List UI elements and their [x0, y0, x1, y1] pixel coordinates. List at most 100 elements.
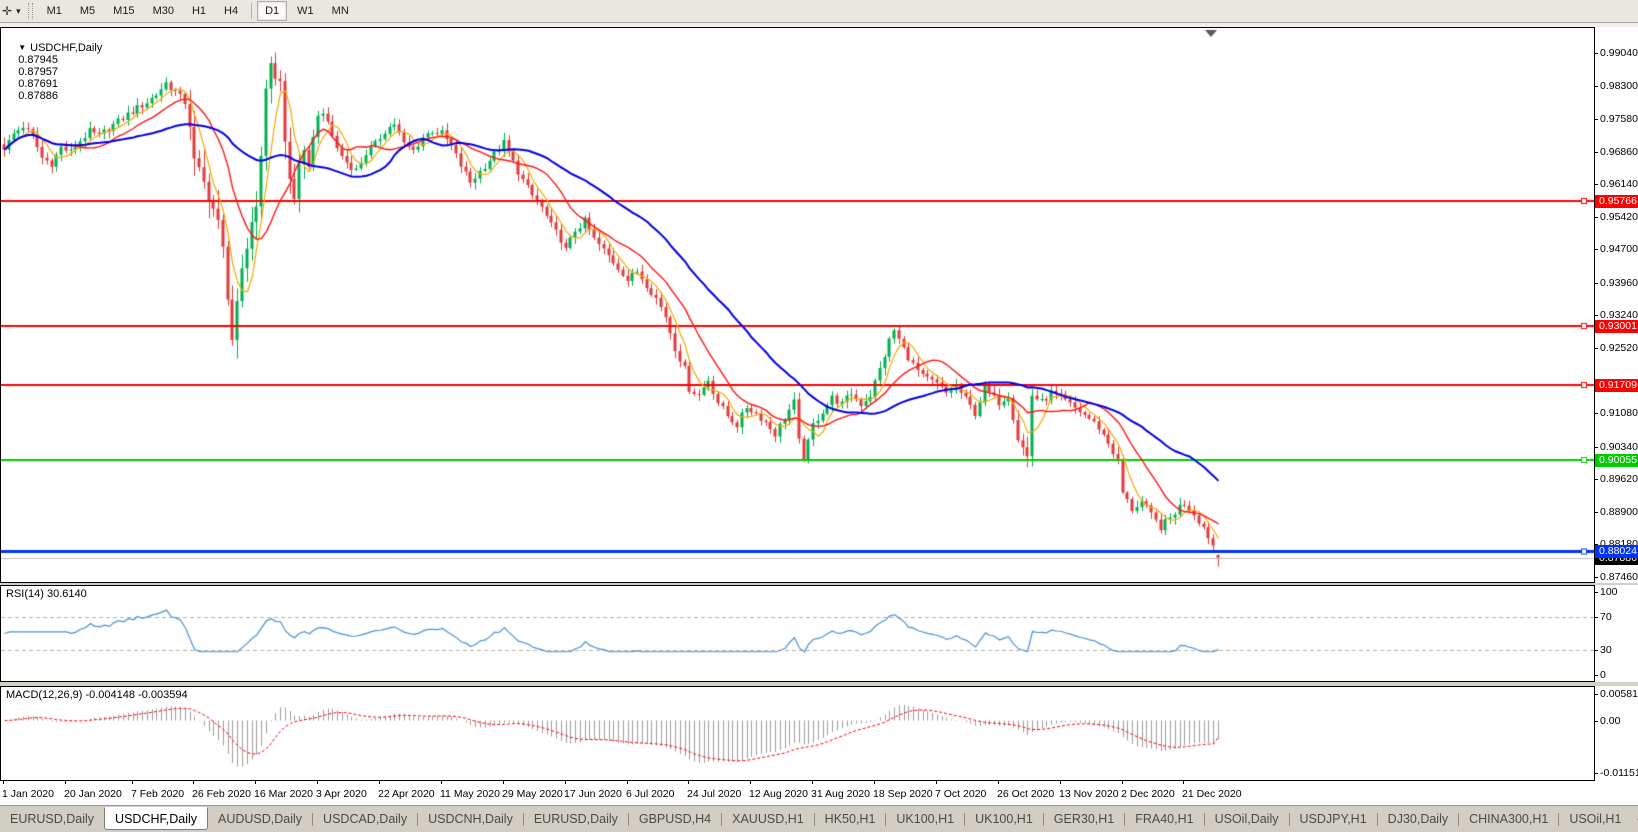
date-tick-label: 7 Oct 2020	[935, 788, 987, 800]
tab-usdcnh-daily[interactable]: USDCNH,Daily	[418, 809, 523, 829]
tab-fra40-h1[interactable]: FRA40,H1	[1125, 809, 1203, 829]
tab-china300-h1[interactable]: CHINA300,H1	[1459, 809, 1558, 829]
macd-axis: 0.005818 0.00 -0.011514	[1595, 686, 1638, 781]
price-chart-panel: ▼ USDCHF,Daily 0.87945 0.87957 0.87691 0.…	[0, 27, 1595, 583]
axis-tick-label: 70	[1600, 611, 1612, 623]
tab-usdcad-daily[interactable]: USDCAD,Daily	[313, 809, 417, 829]
chart-menu-icon[interactable]: ▼	[18, 43, 26, 52]
ohlc-open: 0.87945	[18, 54, 58, 66]
timeframe-button-w1[interactable]: W1	[289, 1, 322, 21]
axis-tick-label: 0.005818	[1600, 688, 1638, 700]
axis-tick-mark	[1595, 447, 1598, 448]
date-tick-label: 6 Jul 2020	[626, 788, 675, 800]
axis-tick-label: 0.90340	[1600, 441, 1638, 453]
axis-tick-mark	[1595, 249, 1598, 250]
price-axis: 0.99040 0.98300 0.97580 0.96860 0.96140 0.954…	[1595, 27, 1638, 583]
timeframe-button-h4[interactable]: H4	[216, 1, 246, 21]
tab-usdchf-daily[interactable]: USDCHF,Daily	[104, 806, 208, 830]
tab-uk100-h1[interactable]: UK100,H1	[886, 809, 964, 829]
date-tick-label: 20 Jan 2020	[64, 788, 122, 800]
date-tick-label: 13 Nov 2020	[1059, 788, 1119, 800]
date-tick-mark	[1060, 781, 1061, 784]
axis-tick-label: 0.92520	[1600, 342, 1638, 354]
tab-hk50-h1[interactable]: HK50,H1	[815, 809, 886, 829]
toolbar-grip	[27, 3, 33, 19]
date-tick-mark	[3, 781, 4, 784]
tab-usdjpy-h1[interactable]: USDJPY,H1	[1290, 809, 1377, 829]
tab-dj30-daily[interactable]: DJ30,Daily	[1378, 809, 1458, 829]
tab-usoil-h1[interactable]: USOil,H1	[1559, 809, 1631, 829]
tab-ger30-h1[interactable]: GER30,H1	[1044, 809, 1124, 829]
date-tick-label: 18 Sep 2020	[873, 788, 933, 800]
date-tick-label: 2 Dec 2020	[1121, 788, 1175, 800]
rsi-canvas[interactable]	[1, 586, 1594, 681]
date-tick-mark	[874, 781, 875, 784]
chart-tool-dropdown[interactable]: ✛ ▾	[0, 1, 25, 21]
date-tick-label: 29 May 2020	[502, 788, 563, 800]
tab-usoil-daily[interactable]: USOil,Daily	[1205, 809, 1289, 829]
axis-tick-label: 0.00	[1600, 715, 1621, 727]
macd-canvas[interactable]	[1, 687, 1594, 780]
tab-uk100-h1[interactable]: UK100,H1	[965, 809, 1043, 829]
axis-tick-mark	[1595, 413, 1598, 414]
axis-tick-mark	[1595, 184, 1598, 185]
axis-tick-mark	[1595, 86, 1598, 87]
tab-xauusd-h1[interactable]: XAUUSD,H1	[722, 809, 814, 829]
rsi-label: RSI(14) 30.6140	[6, 588, 87, 600]
date-tick-label: 21 Dec 2020	[1182, 788, 1242, 800]
date-tick-label: 31 Aug 2020	[811, 788, 870, 800]
date-tick-label: 26 Oct 2020	[997, 788, 1055, 800]
date-tick-label: 16 Mar 2020	[254, 788, 313, 800]
date-tick-label: 7 Feb 2020	[131, 788, 185, 800]
timeframe-button-mn[interactable]: MN	[324, 1, 357, 21]
axis-tick-label: 0	[1600, 669, 1606, 681]
dropdown-caret-icon: ▾	[16, 5, 21, 16]
date-tick-mark	[65, 781, 66, 784]
date-tick-mark	[255, 781, 256, 784]
timeframe-button-d1[interactable]: D1	[257, 1, 288, 21]
tab-audusd-daily[interactable]: AUDUSD,Daily	[208, 809, 312, 829]
macd-label: MACD(12,26,9) -0.004148 -0.003594	[6, 689, 188, 701]
tab-eurusd-daily[interactable]: EURUSD,Daily	[0, 809, 104, 829]
timeframe-toolbar: ✛ ▾ M1 M5 M15 M30 H1 H4 D1 W1 MN	[0, 0, 1638, 23]
macd-panel: MACD(12,26,9) -0.004148 -0.003594	[0, 686, 1595, 781]
date-tick-mark	[688, 781, 689, 784]
crosshair-tool-icon: ✛	[2, 4, 13, 18]
axis-tick-label: 0.87460	[1600, 571, 1638, 583]
ohlc-high: 0.87957	[18, 66, 58, 78]
chart-title: ▼ USDCHF,Daily 0.87945 0.87957 0.87691 0.…	[6, 30, 105, 114]
timeframe-button-h1[interactable]: H1	[184, 1, 214, 21]
date-tick-label: 12 Aug 2020	[749, 788, 808, 800]
price-chart-canvas[interactable]	[1, 28, 1594, 582]
axis-tick-label: -0.011514	[1600, 767, 1638, 779]
mt4-terminal: { "toolbar": { "tool_icon_glyph": "✛", "…	[0, 0, 1638, 832]
hline-price-badge: 0.88024	[1595, 545, 1638, 558]
date-tick-mark	[193, 781, 194, 784]
timeframe-button-m15[interactable]: M15	[105, 1, 142, 21]
axis-tick-mark	[1595, 512, 1598, 513]
ohlc-low: 0.87691	[18, 78, 58, 90]
date-tick-label: 24 Jul 2020	[687, 788, 742, 800]
date-tick-mark	[812, 781, 813, 784]
date-tick-mark	[1183, 781, 1184, 784]
timeframe-buttons: M1 M5 M15 M30 H1 H4 D1 W1 MN	[38, 1, 358, 21]
axis-tick-mark	[1595, 315, 1598, 316]
chart-tabs: EURUSD,Daily USDCHF,Daily AUDUSD,Daily USDC…	[0, 806, 1631, 830]
tab-eurusd-daily[interactable]: EURUSD,Daily	[524, 809, 628, 829]
tab-scroll-arrows: ◄ ►	[1631, 812, 1638, 826]
timeframe-button-m5[interactable]: M5	[72, 1, 103, 21]
axis-tick-mark	[1595, 348, 1598, 349]
tab-gbpusd-h4[interactable]: GBPUSD,H4	[629, 809, 721, 829]
timeframe-button-m1[interactable]: M1	[39, 1, 70, 21]
axis-tick-label: 100	[1600, 586, 1618, 598]
date-tick-mark	[998, 781, 999, 784]
date-tick-label: 17 Jun 2020	[564, 788, 622, 800]
timeframe-button-m30[interactable]: M30	[145, 1, 182, 21]
tab-scroll-left-icon[interactable]: ◄	[1631, 812, 1638, 826]
axis-tick-mark	[1595, 577, 1598, 578]
axis-tick-label: 0.96140	[1600, 178, 1638, 190]
date-tick-label: 3 Apr 2020	[316, 788, 367, 800]
axis-tick-label: 0.95420	[1600, 211, 1638, 223]
hline-price-badge: 0.95766	[1595, 195, 1638, 208]
axis-tick-label: 0.97580	[1600, 113, 1638, 125]
